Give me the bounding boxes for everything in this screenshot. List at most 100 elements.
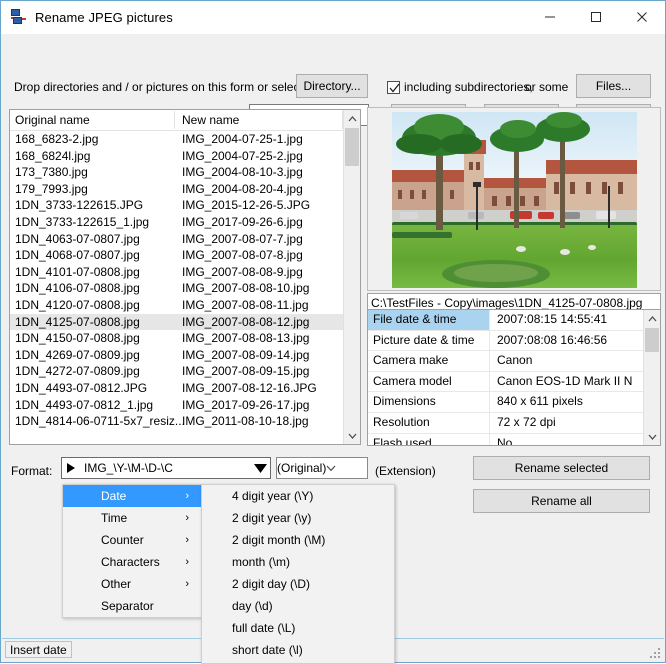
status-text: Insert date	[5, 641, 72, 658]
property-row[interactable]: Camera model Canon EOS-1D Mark II N	[368, 371, 660, 393]
scroll-up-icon[interactable]	[344, 110, 360, 127]
format-context-menu[interactable]: Date › Time › Counter › Characters › Other › Separ…	[62, 484, 202, 618]
properties-scroll-thumb[interactable]	[645, 328, 659, 352]
table-row[interactable]: 1DN_4269-07-0809.jpg IMG_2007-08-09-14.jp…	[10, 347, 360, 364]
cell-new-name: IMG_2004-08-20-4.jpg	[182, 181, 303, 196]
menu-item-label: Counter	[101, 533, 144, 547]
menu-item-label: Time	[101, 511, 128, 525]
submenu-item-0[interactable]: 4 digit year (\Y)	[202, 485, 394, 507]
submenu-item-6[interactable]: full date (\L)	[202, 617, 394, 639]
close-icon[interactable]	[619, 1, 665, 33]
table-row[interactable]: 168_6823-2.jpg IMG_2004-07-25-1.jpg	[10, 131, 360, 148]
extension-combo[interactable]: (Original)	[276, 457, 368, 479]
table-row[interactable]: 1DN_4493-07-0812.JPG IMG_2007-08-12-16.JP…	[10, 380, 360, 397]
resize-grip-icon[interactable]	[648, 646, 660, 658]
rename-selected-button[interactable]: Rename selected	[473, 456, 650, 480]
menu-item-time[interactable]: Time ›	[63, 507, 201, 529]
table-row[interactable]: 1DN_4120-07-0808.jpg IMG_2007-08-08-11.jp…	[10, 297, 360, 314]
cell-original-name: 179_7993.jpg	[15, 181, 88, 196]
table-row[interactable]: 1DN_4068-07-0807.jpg IMG_2007-08-07-8.jpg	[10, 247, 360, 264]
table-row[interactable]: 1DN_4101-07-0808.jpg IMG_2007-08-08-9.jpg	[10, 264, 360, 281]
property-row[interactable]: Picture date & time 2007:08:08 16:46:56	[368, 330, 660, 352]
table-row[interactable]: 1DN_4150-07-0808.jpg IMG_2007-08-08-13.jp…	[10, 330, 360, 347]
menu-item-date[interactable]: Date ›	[63, 485, 201, 507]
file-list-scrollbar[interactable]	[343, 110, 360, 444]
format-dropdown-arrow-icon[interactable]	[250, 458, 270, 478]
property-value: 840 x 611 pixels	[497, 394, 583, 409]
checkbox-box	[387, 80, 400, 94]
properties-scroll-down-icon[interactable]	[644, 428, 660, 445]
table-row[interactable]: 173_7380.jpg IMG_2004-08-10-3.jpg	[10, 164, 360, 181]
cell-new-name: IMG_2007-08-09-15.jpg	[182, 364, 310, 379]
property-row[interactable]: File date & time 2007:08:15 14:55:41	[368, 310, 660, 331]
cell-new-name: IMG_2004-07-25-1.jpg	[182, 132, 303, 146]
submenu-item-5[interactable]: day (\d)	[202, 595, 394, 617]
directory-button[interactable]: Directory...	[296, 74, 368, 98]
property-key: Picture date & time	[368, 330, 490, 351]
format-combo[interactable]: IMG_\Y-\M-\D-\C	[61, 457, 271, 479]
column-header-original-name[interactable]: Original name	[15, 113, 90, 127]
scroll-down-icon[interactable]	[344, 427, 360, 444]
extension-value[interactable]: (Original)	[277, 461, 326, 475]
file-list-panel[interactable]: Original name New name 168_6823-2.jpg IMG…	[9, 109, 361, 445]
table-row[interactable]: 1DN_4272-07-0809.jpg IMG_2007-08-09-15.jp…	[10, 363, 360, 380]
cell-original-name: 1DN_4106-07-0808.jpg	[15, 281, 140, 296]
menu-item-label: Other	[101, 577, 132, 591]
maximize-icon[interactable]	[573, 1, 619, 33]
menu-item-separator[interactable]: Separator	[63, 595, 201, 617]
property-row[interactable]: Dimensions 840 x 611 pixels	[368, 392, 660, 413]
table-row[interactable]: 1DN_4063-07-0807.jpg IMG_2007-08-07-7.jpg	[10, 231, 360, 248]
properties-scroll-up-icon[interactable]	[644, 310, 660, 327]
file-list-rows[interactable]: 168_6823-2.jpg IMG_2004-07-25-1.jpg 168_68…	[10, 131, 360, 430]
files-button[interactable]: Files...	[576, 74, 651, 98]
menu-item-characters[interactable]: Characters ›	[63, 551, 201, 573]
submenu-item-1[interactable]: 2 digit year (\y)	[202, 507, 394, 529]
column-header-new-name[interactable]: New name	[182, 113, 239, 127]
chevron-right-icon: ›	[185, 490, 189, 502]
property-value: 2007:08:15 14:55:41	[497, 312, 608, 326]
or-some-label: or some	[525, 80, 569, 94]
submenu-item-2[interactable]: 2 digit month (\M)	[202, 529, 394, 551]
properties-scrollbar[interactable]	[643, 310, 660, 445]
chevron-right-icon: ›	[185, 578, 189, 590]
table-row[interactable]: 1DN_3733-122615_1.jpg IMG_2017-09-26-6.jp…	[10, 214, 360, 231]
menu-item-counter[interactable]: Counter ›	[63, 529, 201, 551]
table-row[interactable]: 1DN_4814-06-0711-5x7_resiz... IMG_2011-08…	[10, 413, 360, 430]
drop-instruction-label: Drop directories and / or pictures on th…	[14, 80, 313, 94]
properties-panel[interactable]: File date & time 2007:08:15 14:55:41 Pictu…	[367, 309, 661, 446]
submenu-item-7[interactable]: short date (\l)	[202, 639, 394, 661]
cell-new-name: IMG_2007-08-07-7.jpg	[182, 231, 303, 246]
submenu-item-label: 2 digit day (\D)	[232, 577, 311, 591]
menu-item-label: Date	[101, 489, 127, 503]
table-row[interactable]: 1DN_4125-07-0808.jpg IMG_2007-08-08-12.jp…	[10, 313, 360, 331]
table-row[interactable]: 1DN_3733-122615.JPG IMG_2015-12-26-5.JPG	[10, 197, 360, 214]
scroll-thumb[interactable]	[345, 128, 359, 166]
table-row[interactable]: 1DN_4106-07-0808.jpg IMG_2007-08-08-10.jp…	[10, 280, 360, 297]
format-value[interactable]: IMG_\Y-\M-\D-\C	[79, 461, 250, 475]
properties-rows[interactable]: File date & time 2007:08:15 14:55:41 Pictu…	[368, 310, 660, 445]
menu-item-other[interactable]: Other ›	[63, 573, 201, 595]
window-controls	[527, 1, 665, 33]
image-preview-panel[interactable]	[367, 107, 661, 291]
cell-original-name: 173_7380.jpg	[15, 165, 88, 180]
property-key: Resolution	[368, 412, 490, 433]
format-play-icon	[67, 463, 75, 473]
table-row[interactable]: 179_7993.jpg IMG_2004-08-20-4.jpg	[10, 181, 360, 198]
submenu-item-3[interactable]: month (\m)	[202, 551, 394, 573]
rename-all-button[interactable]: Rename all	[473, 489, 650, 513]
property-row[interactable]: Resolution 72 x 72 dpi	[368, 412, 660, 434]
cell-original-name: 1DN_4272-07-0809.jpg	[15, 364, 140, 379]
minimize-icon[interactable]	[527, 1, 573, 33]
include-subdirectories-checkbox[interactable]: including subdirectories,	[387, 80, 533, 94]
cell-new-name: IMG_2007-08-07-8.jpg	[182, 248, 303, 263]
extension-chevron-down-icon[interactable]	[326, 461, 336, 475]
table-row[interactable]: 168_6824l.jpg IMG_2004-07-25-2.jpg	[10, 148, 360, 165]
submenu-item-label: full date (\L)	[232, 621, 296, 635]
property-row[interactable]: Camera make Canon	[368, 351, 660, 372]
property-key: Camera make	[368, 351, 490, 371]
date-submenu[interactable]: 4 digit year (\Y) 2 digit year (\y) 2 digi…	[201, 484, 395, 664]
property-row[interactable]: Flash used No	[368, 433, 660, 445]
table-row[interactable]: 1DN_4493-07-0812_1.jpg IMG_2017-09-26-17.…	[10, 397, 360, 414]
property-value: Canon EOS-1D Mark II N	[497, 373, 633, 388]
submenu-item-4[interactable]: 2 digit day (\D)	[202, 573, 394, 595]
